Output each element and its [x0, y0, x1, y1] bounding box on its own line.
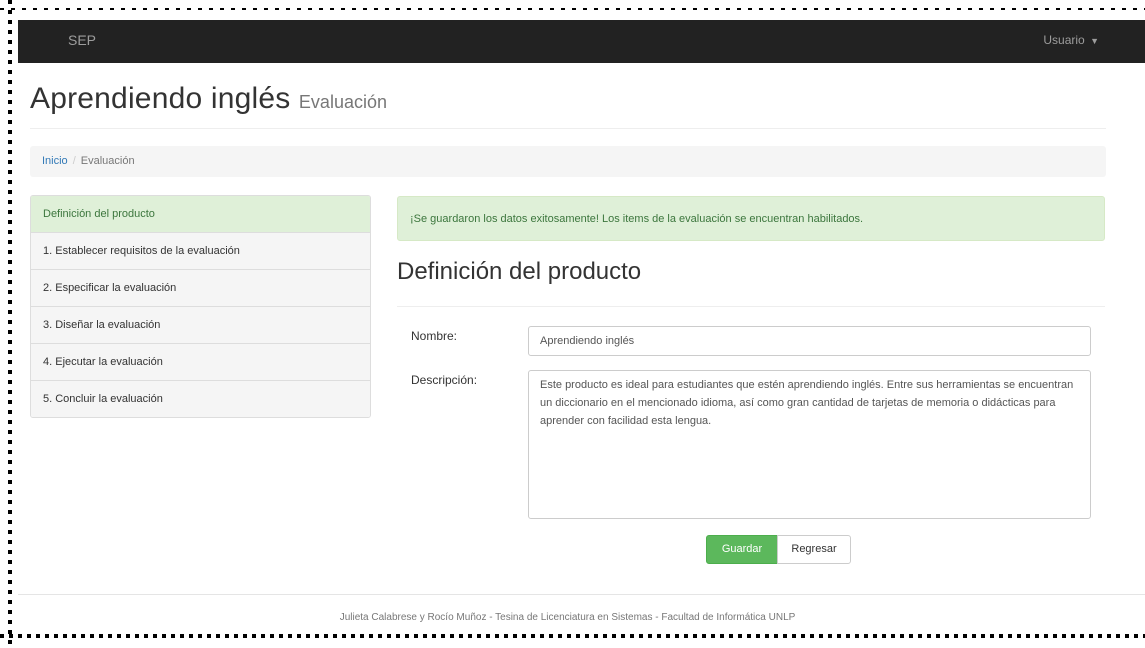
screenshot-border-left	[8, 0, 14, 648]
caret-down-icon: ▼	[1090, 36, 1099, 46]
success-alert: ¡Se guardaron los datos exitosamente! Lo…	[397, 196, 1105, 241]
sidebar-item-design[interactable]: 3. Diseñar la evaluación	[31, 306, 370, 343]
footer-divider	[18, 594, 1145, 595]
page-subtitle: Evaluación	[298, 92, 387, 112]
breadcrumb-current: Evaluación	[80, 155, 135, 167]
footer: Julieta Calabrese y Rocío Muñoz - Tesina…	[0, 612, 1145, 623]
breadcrumb: Inicio / Evaluación	[30, 146, 1106, 177]
sidebar-item-product-definition[interactable]: Definición del producto	[31, 196, 370, 232]
name-input[interactable]: Aprendiendo inglés	[528, 326, 1091, 356]
breadcrumb-separator: /	[72, 155, 76, 167]
sidebar-item-requirements[interactable]: 1. Establecer requisitos de la evaluació…	[31, 232, 370, 269]
page-title: Aprendiendo inglés	[30, 82, 291, 115]
user-menu-label: Usuario	[1043, 33, 1085, 47]
evaluation-steps-sidebar: Definición del producto 1. Establecer re…	[30, 195, 371, 418]
breadcrumb-home-link[interactable]: Inicio	[42, 155, 68, 167]
footer-text: Julieta Calabrese y Rocío Muñoz - Tesina…	[339, 612, 796, 623]
screenshot-border-top	[0, 0, 1145, 10]
screenshot-border-bottom	[0, 634, 1145, 648]
description-label: Descripción:	[411, 373, 478, 387]
sidebar-item-specify[interactable]: 2. Especificar la evaluación	[31, 269, 370, 306]
top-navbar: SEP Usuario ▼	[18, 20, 1145, 63]
description-textarea[interactable]: Este producto es ideal para estudiantes …	[528, 370, 1091, 519]
back-button[interactable]: Regresar	[777, 535, 851, 564]
sidebar-item-execute[interactable]: 4. Ejecutar la evaluación	[31, 343, 370, 380]
save-button[interactable]: Guardar	[706, 535, 778, 564]
user-menu-dropdown[interactable]: Usuario ▼	[1043, 33, 1099, 47]
name-label: Nombre:	[411, 329, 458, 343]
brand-link[interactable]: SEP	[68, 32, 96, 48]
section-title: Definición del producto	[397, 258, 642, 285]
page-header: Aprendiendo inglés Evaluación	[30, 82, 1106, 129]
sidebar-item-conclude[interactable]: 5. Concluir la evaluación	[31, 380, 370, 417]
section-divider	[397, 306, 1105, 307]
